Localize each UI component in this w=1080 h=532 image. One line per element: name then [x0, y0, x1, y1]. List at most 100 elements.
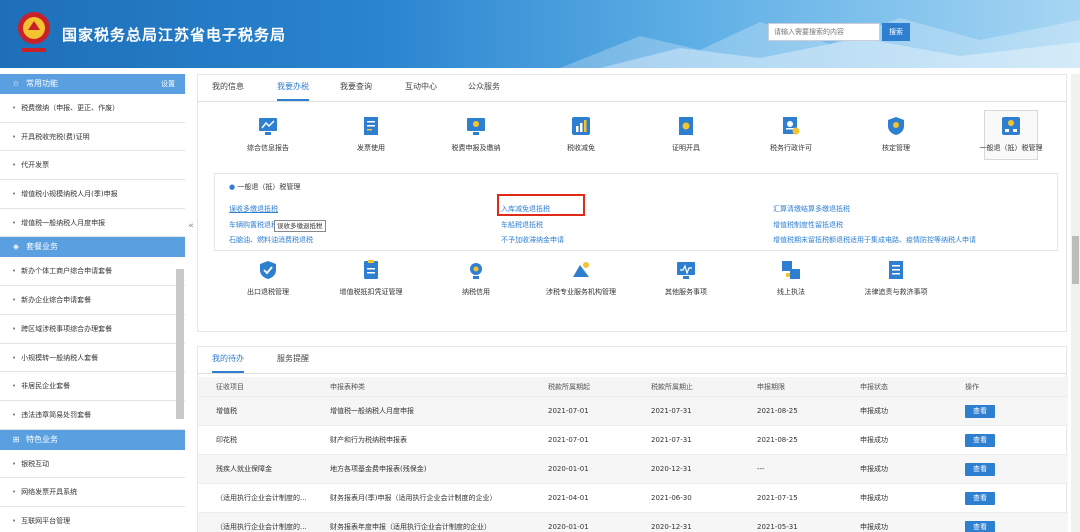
tile-refund[interactable]: 一般退（抵）税管理: [966, 115, 1056, 153]
link-vat-period-end-refund[interactable]: 增值税期末留抵税额退税适用于集成电路、疫情防控等纳税人申请: [773, 235, 976, 245]
tile-invoice[interactable]: 发票使用: [326, 115, 416, 153]
sidebar-section-common[interactable]: ☆ 常用功能 设置: [0, 74, 185, 94]
layers-icon: ◈: [12, 242, 20, 252]
info-icon: ●: [229, 183, 236, 191]
tile-certificate[interactable]: 证明开具: [641, 115, 731, 153]
page-scrollbar[interactable]: [1071, 74, 1080, 532]
link-naphtha-fuel-refund[interactable]: 石脑油、燃料油消费税退税: [229, 235, 313, 245]
cell-period-end: 2020-12-31: [651, 465, 692, 473]
search-input[interactable]: 请输入需要搜索的内容: [768, 23, 880, 41]
cell-item: 印花税: [216, 436, 237, 444]
link-vehicle-purchase-refund[interactable]: 车辆购置税退税: [229, 220, 278, 230]
view-button[interactable]: 查看: [965, 404, 995, 418]
tab-my-todo[interactable]: 我的待办: [212, 353, 244, 373]
column-header: 税款所属期止: [651, 383, 693, 391]
cell-period-start: 2021-04-01: [548, 494, 589, 502]
tile-label: 增值税抵扣凭证管理: [339, 288, 403, 296]
settings-link[interactable]: 设置: [161, 74, 175, 94]
search-button[interactable]: 搜索: [882, 23, 910, 41]
sidebar-item[interactable]: 新办个体工商户综合申请套餐: [0, 257, 185, 287]
refund-subpanel: ● 一般退（抵）税管理 误收多缴退抵税 入库减免退抵税 汇算清缴结算多缴退抵税 …: [214, 173, 1058, 251]
tile-credit[interactable]: 纳税信用: [431, 259, 521, 297]
tile-export-refund[interactable]: 出口退税管理: [223, 259, 313, 297]
view-button[interactable]: 查看: [965, 520, 995, 532]
sidebar-item[interactable]: 跨区域涉税事项综合办理套餐: [0, 315, 185, 344]
tile-report[interactable]: 综合信息报告: [223, 115, 313, 153]
view-button[interactable]: 查看: [965, 462, 995, 476]
agency-icon: [573, 262, 589, 277]
sidebar-scrollbar[interactable]: [176, 269, 184, 419]
site-title: 国家税务总局江苏省电子税务局: [62, 26, 287, 44]
sidebar-item[interactable]: 银税互动: [0, 450, 185, 479]
tile-label: 税务行政许可: [770, 144, 812, 152]
cell-deadline: 2021-05-31: [757, 523, 798, 531]
todo-tabs: 我的待办 服务提醒: [198, 347, 1066, 374]
tile-online-law[interactable]: 线上执法: [746, 259, 836, 297]
tile-declare[interactable]: 税费申报及缴纳: [431, 115, 521, 153]
tile-label: 法律追责与救济事项: [864, 288, 928, 296]
sidebar-item[interactable]: 税费缴纳（申报、更正、作废）: [0, 94, 185, 123]
tile-label: 税费申报及缴纳: [451, 144, 501, 152]
link-vat-institutional-refund[interactable]: 增值税制度性留抵退税: [773, 220, 843, 230]
sidebar-item[interactable]: 增值税小规模纳税人月(季)申报: [0, 180, 185, 209]
cell-period-start: 2021-07-01: [548, 436, 589, 444]
tile-reduction[interactable]: 税收减免: [536, 115, 626, 153]
column-header: 税款所属期起: [548, 383, 590, 391]
view-button[interactable]: 查看: [965, 433, 995, 447]
cell-status: 申报成功: [860, 436, 888, 444]
site-header: 国家税务总局江苏省电子税务局 请输入需要搜索的内容 搜索: [0, 0, 1080, 68]
sidebar-item[interactable]: 增值税一般纳税人月度申报: [0, 209, 185, 238]
sidebar-item[interactable]: 代开发票: [0, 151, 185, 181]
tab-tax-handling[interactable]: 我要办税: [277, 81, 309, 101]
link-no-late-fee-request[interactable]: 不予加收滞纳金申请: [501, 235, 564, 245]
sidebar-item[interactable]: 互联网平台管理: [0, 507, 185, 532]
tab-interaction[interactable]: 互动中心: [405, 81, 437, 101]
tab-my-info[interactable]: 我的信息: [212, 81, 244, 101]
sidebar-section-special[interactable]: ⊞ 特色业务: [0, 429, 185, 450]
tab-service-reminder[interactable]: 服务提醒: [277, 353, 309, 373]
tab-public-service[interactable]: 公众服务: [468, 81, 500, 101]
tile-voucher[interactable]: 增值税抵扣凭证管理: [326, 259, 416, 297]
cell-deadline: 2021-07-15: [757, 494, 798, 502]
column-header: 申报表种类: [330, 383, 365, 391]
voucher-icon: [364, 260, 378, 279]
sidebar-item[interactable]: 非居民企业套餐: [0, 372, 185, 401]
collapse-sidebar-icon[interactable]: «: [186, 215, 196, 237]
column-header: 征收项目: [216, 383, 244, 391]
cell-status: 申报成功: [860, 407, 888, 415]
tab-query[interactable]: 我要查询: [340, 81, 372, 101]
tile-verify[interactable]: 核定管理: [851, 115, 941, 153]
declare-icon: [467, 118, 485, 135]
view-button[interactable]: 查看: [965, 491, 995, 505]
tile-label: 证明开具: [672, 144, 700, 152]
sidebar-section-packages[interactable]: ◈ 套餐业务: [0, 237, 185, 258]
law-icon: [782, 261, 800, 279]
link-tooltip: 误收多缴退抵税: [274, 220, 326, 232]
sidebar: ☆ 常用功能 设置 税费缴纳（申报、更正、作废） 开具税收完税(费)证明 代开发票…: [0, 74, 185, 532]
todo-panel: 我的待办 服务提醒 征收项目 申报表种类 税款所属期起 税款所属期止 申报期限 …: [197, 346, 1068, 532]
cell-item: 增值税: [216, 407, 237, 415]
sidebar-item[interactable]: 小规模转一般纳税人套餐: [0, 344, 185, 373]
tile-label: 线上执法: [777, 288, 805, 296]
tile-agency[interactable]: 涉税专业服务机构管理: [536, 259, 626, 297]
subpanel-title-text: 一般退（抵）税管理: [237, 183, 301, 191]
column-header: 操作: [965, 383, 979, 391]
link-wrong-overpaid-refund[interactable]: 误收多缴退抵税: [229, 204, 278, 214]
sidebar-item[interactable]: 违法违章简易处罚套餐: [0, 401, 185, 430]
tile-permit[interactable]: 税务行政许可: [746, 115, 836, 153]
sidebar-item[interactable]: 开具税收完税(费)证明: [0, 123, 185, 152]
sidebar-item[interactable]: 新办企业综合申请套餐: [0, 286, 185, 315]
tile-legal[interactable]: 法律追责与救济事项: [851, 259, 941, 297]
tile-other-services[interactable]: 其他服务事项: [641, 259, 731, 297]
cell-form: 财务报表年度申报（适用执行企业会计制度的企业）: [330, 523, 491, 531]
table-row: （适用执行企业会计制度的... 财务报表年度申报（适用执行企业会计制度的企业） …: [198, 513, 1068, 532]
link-settlement-refund[interactable]: 汇算清缴结算多缴退抵税: [773, 204, 850, 214]
tax-emblem-logo: [18, 12, 50, 52]
cell-period-end: 2021-06-30: [651, 494, 692, 502]
link-vessel-tax-refund[interactable]: 车船税退抵税: [501, 220, 543, 230]
grid-icon: ⊞: [12, 434, 20, 444]
legal-icon: [889, 261, 903, 279]
scrollbar-thumb[interactable]: [1072, 236, 1079, 284]
tile-label: 核定管理: [882, 144, 910, 152]
sidebar-item[interactable]: 网络发票开具系统: [0, 478, 185, 507]
